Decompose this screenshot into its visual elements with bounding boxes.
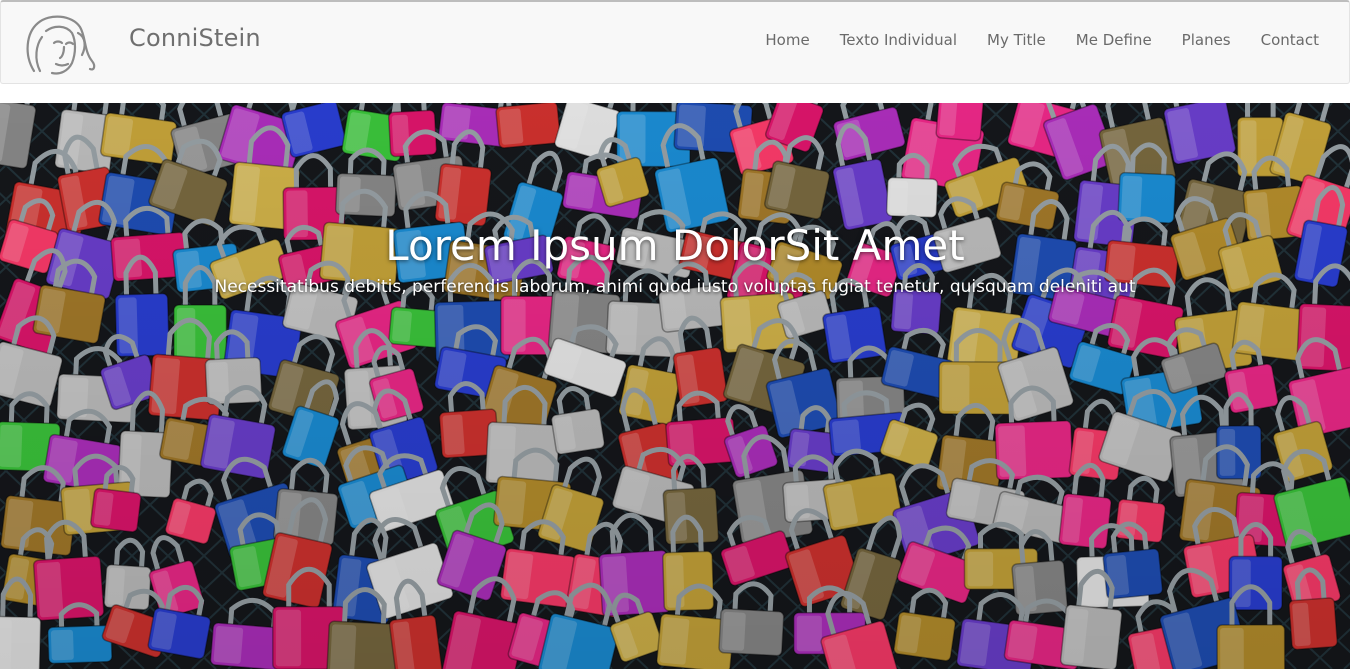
hero-subtitle: Necessitatibus debitis, perferendis labo…: [214, 277, 1136, 297]
nav-home[interactable]: Home: [765, 31, 809, 49]
nav-contact[interactable]: Contact: [1261, 31, 1319, 49]
logo-face-icon[interactable]: [20, 11, 100, 81]
nav-texto-individual[interactable]: Texto Individual: [840, 31, 957, 49]
brand-link[interactable]: ConniStein: [129, 24, 261, 52]
main-nav: Home Texto Individual My Title Me Define…: [765, 31, 1319, 49]
hero-banner: Lorem Ipsum DolorSit Amet Necessitatibus…: [0, 103, 1350, 669]
navbar: ConniStein Home Texto Individual My Titl…: [0, 0, 1350, 84]
hero-overlay: [0, 103, 1350, 669]
nav-my-title[interactable]: My Title: [987, 31, 1046, 49]
nav-planes[interactable]: Planes: [1182, 31, 1231, 49]
hero-title: Lorem Ipsum DolorSit Amet: [385, 221, 965, 270]
nav-me-define[interactable]: Me Define: [1076, 31, 1152, 49]
